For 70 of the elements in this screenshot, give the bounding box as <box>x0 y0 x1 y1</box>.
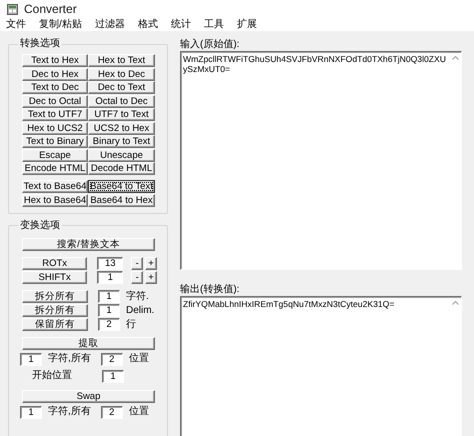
number-field[interactable]: 2 <box>100 352 123 366</box>
number-field[interactable]: 1 <box>20 406 42 418</box>
convert-button[interactable]: Unescape <box>88 148 155 162</box>
convert-button[interactable]: Text to Binary <box>22 135 88 148</box>
convert-button[interactable]: Dec to Text <box>88 81 155 94</box>
number-field[interactable]: 1 <box>98 290 120 303</box>
field-text: WmZpcllRTWFiTGhuSUh4SVJFbVRnNXFOdTd0TXh6TjN0Q3l0ZXUySzMxUT0= <box>182 53 447 76</box>
convert-button[interactable]: Escape <box>22 148 88 162</box>
action-button[interactable]: 提取 <box>22 336 155 350</box>
action-button[interactable]: ROTx <box>22 257 88 270</box>
scroll-up-icon[interactable] <box>452 56 459 60</box>
convert-button[interactable]: Hex to Base64 <box>22 194 88 206</box>
action-button[interactable]: SHIFTx <box>22 271 88 284</box>
plus-button[interactable]: + <box>145 271 157 284</box>
number-field[interactable]: 1 <box>98 304 120 317</box>
convert-button[interactable]: UCS2 to Hex <box>88 122 155 134</box>
field-label: 输出(转换值): <box>180 284 240 296</box>
convert-button[interactable]: Text to Dec <box>22 81 88 94</box>
window-title: Converter <box>24 1 77 18</box>
plus-button[interactable]: + <box>145 257 157 270</box>
group-title: 变换选项 <box>19 220 61 230</box>
menu-item[interactable]: 文件 <box>6 17 26 32</box>
convert-button[interactable]: Text to Hex <box>22 54 88 67</box>
minus-button[interactable]: - <box>131 257 144 270</box>
app-icon <box>7 4 18 14</box>
menu-item[interactable]: 过滤器 <box>94 17 125 32</box>
menu-item[interactable]: 格式 <box>138 17 158 32</box>
convert-button[interactable]: UTF7 to Text <box>88 108 155 121</box>
number-field[interactable]: 1 <box>97 271 124 284</box>
field-text: ZfirYQMabLhnIHxIREmTg5qNu7tMxzN3tCyteu2K31Q= <box>182 298 396 311</box>
number-field[interactable]: 2 <box>100 406 123 418</box>
group-title: 转换选项 <box>19 39 61 49</box>
convert-button[interactable]: Dec to Hex <box>22 68 88 80</box>
convert-button[interactable]: Encode HTML <box>22 162 88 175</box>
convert-button[interactable]: Decode HTML <box>88 162 155 175</box>
menu-item[interactable]: 复制/粘贴 <box>39 17 82 32</box>
field-label: 行 <box>126 318 136 330</box>
convert-button[interactable]: Base64 to Hex <box>88 194 155 206</box>
convert-button[interactable]: Hex to Text <box>88 54 155 67</box>
convert-button[interactable]: Hex to UCS2 <box>22 122 88 134</box>
number-field[interactable]: 1 <box>102 370 124 382</box>
field-label: 开始位置 <box>32 370 72 382</box>
minus-button[interactable]: - <box>131 271 144 284</box>
number-field[interactable]: 1 <box>20 352 42 366</box>
field-label: 字符,所有 <box>48 353 91 365</box>
action-button[interactable]: 保留所有 <box>22 318 88 331</box>
field-label: 字符,所有 <box>48 406 91 418</box>
convert-button[interactable]: Octal to Dec <box>88 94 155 108</box>
convert-button[interactable]: Hex to Dec <box>88 68 155 80</box>
convert-button[interactable]: Dec to Octal <box>22 94 88 108</box>
action-button[interactable]: 拆分所有 <box>22 304 88 317</box>
action-button[interactable]: 拆分所有 <box>22 290 88 303</box>
output-textarea[interactable]: ZfirYQMabLhnIHxIREmTg5qNu7tMxzN3tCyteu2K31Q= <box>180 296 462 436</box>
field-label: Delim. <box>126 304 154 316</box>
menu-item[interactable]: 工具 <box>204 17 224 32</box>
convert-button[interactable]: Text to UTF7 <box>22 108 88 121</box>
field-label: 位置 <box>128 353 149 365</box>
convert-button[interactable]: Text to Base64 <box>22 180 88 193</box>
menu-item[interactable]: 扩展 <box>236 17 257 32</box>
number-field[interactable]: 13 <box>97 257 124 270</box>
menu-item[interactable]: 统计 <box>170 17 191 32</box>
field-label: 字符. <box>126 290 149 302</box>
convert-button[interactable]: Binary to Text <box>88 135 155 148</box>
scroll-up-icon[interactable] <box>452 301 459 305</box>
action-button[interactable]: Swap <box>22 390 155 402</box>
input-textarea[interactable]: WmZpcllRTWFiTGhuSUh4SVJFbVRnNXFOdTd0TXh6TjN0Q3l0ZXUySzMxUT0= <box>180 51 462 270</box>
number-field[interactable]: 2 <box>98 318 120 331</box>
action-button[interactable]: 搜索/替换文本 <box>22 238 155 250</box>
field-label: 位置 <box>128 406 149 418</box>
field-label: 输入(原始值): <box>180 39 240 51</box>
